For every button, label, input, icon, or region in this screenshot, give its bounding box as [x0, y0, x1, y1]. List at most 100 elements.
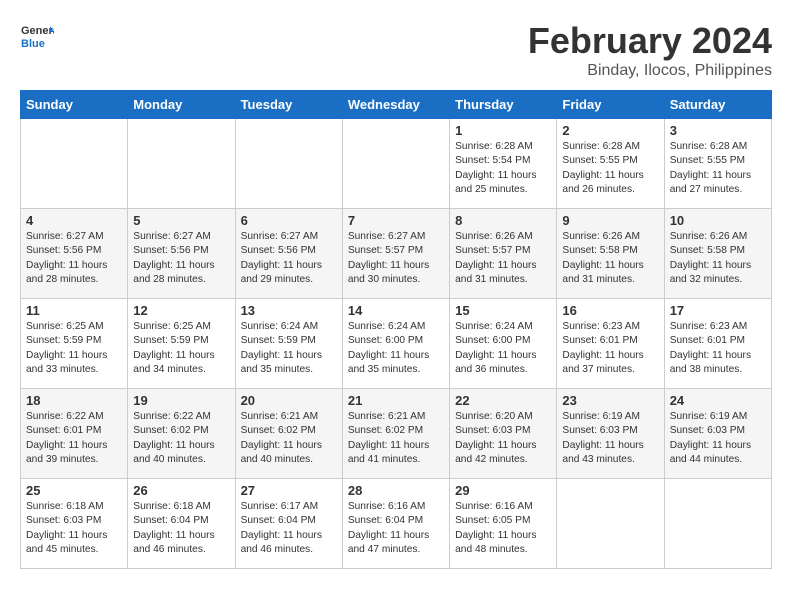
- day-header-tuesday: Tuesday: [235, 91, 342, 119]
- calendar-cell: 4Sunrise: 6:27 AMSunset: 5:56 PMDaylight…: [21, 209, 128, 299]
- day-number: 20: [241, 393, 337, 408]
- title-area: February 2024 Binday, Ilocos, Philippine…: [528, 20, 772, 80]
- calendar-cell: 19Sunrise: 6:22 AMSunset: 6:02 PMDayligh…: [128, 389, 235, 479]
- logo-icon: General Blue: [20, 20, 54, 54]
- day-info: Sunrise: 6:28 AMSunset: 5:55 PMDaylight:…: [670, 141, 751, 195]
- calendar-cell: 23 Sunrise: 6:19 AMSunset: 6:03 PMDayligh…: [557, 389, 664, 479]
- calendar-cell: 21 Sunrise: 6:21 AMSunset: 6:02 PMDayligh…: [342, 389, 449, 479]
- day-number: 9: [562, 213, 658, 228]
- calendar-cell: 17 Sunrise: 6:23 AMSunset: 6:01 PMDayligh…: [664, 299, 771, 389]
- calendar-week-row: 4Sunrise: 6:27 AMSunset: 5:56 PMDaylight…: [21, 209, 772, 299]
- calendar-header-row: SundayMondayTuesdayWednesdayThursdayFrid…: [21, 91, 772, 119]
- calendar-week-row: 1 Sunrise: 6:28 AMSunset: 5:54 PMDaylight…: [21, 119, 772, 209]
- calendar-table: SundayMondayTuesdayWednesdayThursdayFrid…: [20, 90, 772, 569]
- day-number: 22: [455, 393, 551, 408]
- day-number: 8: [455, 213, 551, 228]
- calendar-cell: 2 Sunrise: 6:28 AMSunset: 5:55 PMDaylight…: [557, 119, 664, 209]
- day-number: 11: [26, 303, 122, 318]
- day-number: 5: [133, 213, 229, 228]
- day-number: 18: [26, 393, 122, 408]
- day-number: 3: [670, 123, 766, 138]
- calendar-subtitle: Binday, Ilocos, Philippines: [528, 62, 772, 80]
- day-header-thursday: Thursday: [450, 91, 557, 119]
- day-number: 7: [348, 213, 444, 228]
- day-number: 2: [562, 123, 658, 138]
- day-info: Sunrise: 6:18 AMSunset: 6:04 PMDaylight:…: [133, 501, 214, 555]
- day-info: Sunrise: 6:21 AMSunset: 6:02 PMDaylight:…: [348, 411, 429, 465]
- day-info: Sunrise: 6:21 AMSunset: 6:02 PMDaylight:…: [241, 411, 322, 465]
- day-number: 29: [455, 483, 551, 498]
- day-number: 25: [26, 483, 122, 498]
- day-info: Sunrise: 6:26 AMSunset: 5:57 PMDaylight:…: [455, 231, 536, 285]
- calendar-cell: 16 Sunrise: 6:23 AMSunset: 6:01 PMDayligh…: [557, 299, 664, 389]
- day-number: 21: [348, 393, 444, 408]
- calendar-cell: 1 Sunrise: 6:28 AMSunset: 5:54 PMDaylight…: [450, 119, 557, 209]
- day-info: Sunrise: 6:19 AMSunset: 6:03 PMDaylight:…: [670, 411, 751, 465]
- calendar-week-row: 11 Sunrise: 6:25 AMSunset: 5:59 PMDayligh…: [21, 299, 772, 389]
- calendar-cell: 7 Sunrise: 6:27 AMSunset: 5:57 PMDaylight…: [342, 209, 449, 299]
- day-number: 28: [348, 483, 444, 498]
- calendar-cell: 24Sunrise: 6:19 AMSunset: 6:03 PMDayligh…: [664, 389, 771, 479]
- day-info: Sunrise: 6:26 AMSunset: 5:58 PMDaylight:…: [562, 231, 643, 285]
- calendar-body: 1 Sunrise: 6:28 AMSunset: 5:54 PMDaylight…: [21, 119, 772, 569]
- calendar-cell: 12 Sunrise: 6:25 AMSunset: 5:59 PMDayligh…: [128, 299, 235, 389]
- day-info: Sunrise: 6:28 AMSunset: 5:55 PMDaylight:…: [562, 141, 643, 195]
- calendar-cell: 9 Sunrise: 6:26 AMSunset: 5:58 PMDaylight…: [557, 209, 664, 299]
- day-info: Sunrise: 6:18 AMSunset: 6:03 PMDaylight:…: [26, 501, 107, 555]
- day-number: 14: [348, 303, 444, 318]
- calendar-cell: 28 Sunrise: 6:16 AMSunset: 6:04 PMDayligh…: [342, 479, 449, 569]
- calendar-cell: 10 Sunrise: 6:26 AMSunset: 5:58 PMDayligh…: [664, 209, 771, 299]
- calendar-cell: 3 Sunrise: 6:28 AMSunset: 5:55 PMDaylight…: [664, 119, 771, 209]
- day-number: 6: [241, 213, 337, 228]
- day-header-friday: Friday: [557, 91, 664, 119]
- day-info: Sunrise: 6:25 AMSunset: 5:59 PMDaylight:…: [133, 321, 214, 375]
- day-info: Sunrise: 6:26 AMSunset: 5:58 PMDaylight:…: [670, 231, 751, 285]
- calendar-cell: 5 Sunrise: 6:27 AMSunset: 5:56 PMDaylight…: [128, 209, 235, 299]
- day-info: Sunrise: 6:23 AMSunset: 6:01 PMDaylight:…: [670, 321, 751, 375]
- calendar-cell: [557, 479, 664, 569]
- calendar-cell: [128, 119, 235, 209]
- day-number: 10: [670, 213, 766, 228]
- day-info: Sunrise: 6:24 AMSunset: 5:59 PMDaylight:…: [241, 321, 322, 375]
- calendar-cell: 20 Sunrise: 6:21 AMSunset: 6:02 PMDayligh…: [235, 389, 342, 479]
- calendar-week-row: 18 Sunrise: 6:22 AMSunset: 6:01 PMDayligh…: [21, 389, 772, 479]
- day-info: Sunrise: 6:27 AMSunset: 5:56 PMDaylight:…: [26, 231, 107, 285]
- calendar-cell: [342, 119, 449, 209]
- day-info: Sunrise: 6:23 AMSunset: 6:01 PMDaylight:…: [562, 321, 643, 375]
- calendar-cell: [664, 479, 771, 569]
- day-number: 17: [670, 303, 766, 318]
- day-info: Sunrise: 6:27 AMSunset: 5:57 PMDaylight:…: [348, 231, 429, 285]
- calendar-cell: 22 Sunrise: 6:20 AMSunset: 6:03 PMDayligh…: [450, 389, 557, 479]
- day-info: Sunrise: 6:27 AMSunset: 5:56 PMDaylight:…: [241, 231, 322, 285]
- day-header-monday: Monday: [128, 91, 235, 119]
- day-info: Sunrise: 6:24 AMSunset: 6:00 PMDaylight:…: [455, 321, 536, 375]
- day-header-saturday: Saturday: [664, 91, 771, 119]
- svg-text:General: General: [21, 25, 54, 37]
- day-number: 1: [455, 123, 551, 138]
- calendar-cell: 29 Sunrise: 6:16 AMSunset: 6:05 PMDayligh…: [450, 479, 557, 569]
- calendar-cell: 13 Sunrise: 6:24 AMSunset: 5:59 PMDayligh…: [235, 299, 342, 389]
- day-info: Sunrise: 6:25 AMSunset: 5:59 PMDaylight:…: [26, 321, 107, 375]
- day-info: Sunrise: 6:20 AMSunset: 6:03 PMDaylight:…: [455, 411, 536, 465]
- calendar-cell: 18 Sunrise: 6:22 AMSunset: 6:01 PMDayligh…: [21, 389, 128, 479]
- calendar-week-row: 25 Sunrise: 6:18 AMSunset: 6:03 PMDayligh…: [21, 479, 772, 569]
- day-number: 13: [241, 303, 337, 318]
- calendar-cell: 15 Sunrise: 6:24 AMSunset: 6:00 PMDayligh…: [450, 299, 557, 389]
- day-number: 15: [455, 303, 551, 318]
- day-info: Sunrise: 6:16 AMSunset: 6:04 PMDaylight:…: [348, 501, 429, 555]
- day-info: Sunrise: 6:19 AMSunset: 6:03 PMDaylight:…: [562, 411, 643, 465]
- calendar-title: February 2024: [528, 20, 772, 62]
- day-info: Sunrise: 6:16 AMSunset: 6:05 PMDaylight:…: [455, 501, 536, 555]
- day-number: 16: [562, 303, 658, 318]
- day-number: 12: [133, 303, 229, 318]
- day-header-sunday: Sunday: [21, 91, 128, 119]
- day-number: 23: [562, 393, 658, 408]
- day-info: Sunrise: 6:27 AMSunset: 5:56 PMDaylight:…: [133, 231, 214, 285]
- day-info: Sunrise: 6:22 AMSunset: 6:01 PMDaylight:…: [26, 411, 107, 465]
- day-info: Sunrise: 6:28 AMSunset: 5:54 PMDaylight:…: [455, 141, 536, 195]
- day-number: 19: [133, 393, 229, 408]
- day-info: Sunrise: 6:24 AMSunset: 6:00 PMDaylight:…: [348, 321, 429, 375]
- page-header: General Blue February 2024 Binday, Iloco…: [20, 20, 772, 80]
- calendar-cell: [21, 119, 128, 209]
- calendar-cell: 25 Sunrise: 6:18 AMSunset: 6:03 PMDayligh…: [21, 479, 128, 569]
